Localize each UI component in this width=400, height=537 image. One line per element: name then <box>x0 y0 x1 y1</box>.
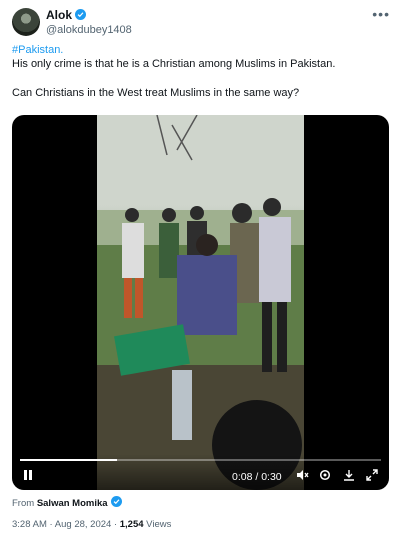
author-name-row[interactable]: Alok <box>46 8 87 22</box>
hashtag-link[interactable]: #Pakistan. <box>12 43 388 57</box>
video-progress-fill <box>20 459 118 461</box>
volume-muted-icon[interactable] <box>296 469 309 484</box>
view-count: 1,254 <box>119 519 144 530</box>
tweet-meta: 3:28 AM · Aug 28, 2024 · 1,254 Views <box>12 519 171 530</box>
video-scene <box>97 115 304 490</box>
pause-icon[interactable] <box>22 469 34 484</box>
more-horizontal-icon[interactable]: ••• <box>372 6 390 22</box>
tweet-header: Alok @alokdubey1408 ••• <box>12 6 390 36</box>
video-player[interactable]: 0:08 / 0:30 <box>12 115 389 490</box>
author-handle[interactable]: @alokdubey1408 <box>46 24 132 36</box>
tweet-text-line-1: His only crime is that he is a Christian… <box>12 58 336 70</box>
avatar[interactable] <box>12 8 40 36</box>
video-controls: 0:08 / 0:30 <box>12 454 389 490</box>
tweet-text-line-2: Can Christians in the West treat Muslims… <box>12 87 300 99</box>
video-time: 0:08 / 0:30 <box>232 471 282 483</box>
source-name[interactable]: Salwan Momika <box>37 498 108 509</box>
video-source: From Salwan Momika <box>12 495 122 509</box>
settings-gear-icon[interactable] <box>319 469 331 484</box>
tweet-text: #Pakistan. His only crime is that he is … <box>12 43 388 100</box>
verified-badge-icon <box>75 9 87 20</box>
video-progress-bar[interactable] <box>20 459 381 461</box>
source-verified-badge-icon <box>110 496 122 507</box>
source-prefix: From <box>12 498 35 509</box>
fullscreen-icon[interactable] <box>366 469 378 484</box>
video-frame <box>97 115 304 490</box>
author-name[interactable]: Alok <box>46 8 72 22</box>
tweet-timestamp[interactable]: 3:28 AM · Aug 28, 2024 · <box>12 519 117 530</box>
views-label: Views <box>146 519 172 530</box>
download-icon[interactable] <box>343 469 355 484</box>
